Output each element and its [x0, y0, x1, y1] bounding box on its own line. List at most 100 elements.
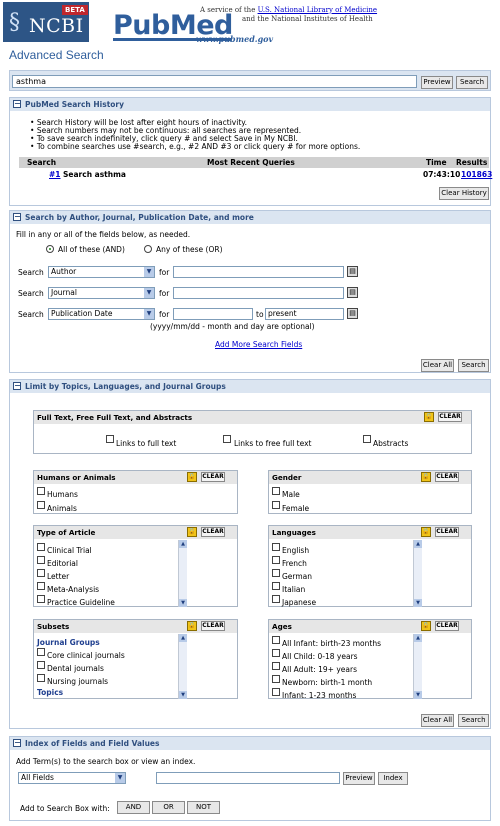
ncbi-logo-text: NCBI: [29, 15, 84, 37]
scroll-up-icon[interactable]: ▲: [179, 540, 187, 548]
clear-button[interactable]: CLEAR: [438, 412, 462, 422]
collapse-icon[interactable]: −: [13, 382, 21, 390]
search-button[interactable]: Search: [456, 76, 488, 89]
scrollbar[interactable]: ▲ ▼: [178, 540, 187, 607]
checkbox-label: All Adult: 19+ years: [282, 665, 357, 674]
lock-icon[interactable]: 🔒: [421, 472, 431, 482]
lock-icon[interactable]: 🔒: [187, 621, 197, 631]
scroll-up-icon[interactable]: ▲: [179, 634, 187, 642]
index-field-select[interactable]: All Fields ▼: [18, 772, 126, 784]
lock-icon[interactable]: 🔒: [421, 527, 431, 537]
lock-icon[interactable]: 🔒: [187, 527, 197, 537]
checkbox-male[interactable]: [272, 487, 280, 495]
not-button[interactable]: NOT: [187, 801, 220, 814]
checkbox-label: All Child: 0-18 years: [282, 652, 358, 661]
clear-button[interactable]: CLEAR: [201, 472, 225, 482]
index-intro: Add Term(s) to the search box or view an…: [16, 757, 196, 766]
checkbox-german[interactable]: [272, 569, 280, 577]
collapse-icon[interactable]: −: [13, 213, 21, 221]
scroll-up-icon[interactable]: ▲: [414, 634, 422, 642]
index-button[interactable]: Index: [378, 772, 408, 785]
checkbox-italian[interactable]: [272, 582, 280, 590]
nlm-link[interactable]: U.S. National Library of Medicine: [258, 6, 377, 14]
radio-or[interactable]: [144, 245, 152, 253]
checkbox-letter[interactable]: [37, 569, 45, 577]
collapse-icon[interactable]: −: [13, 739, 21, 747]
scroll-down-icon[interactable]: ▼: [414, 691, 422, 699]
scrollbar[interactable]: ▲ ▼: [178, 634, 187, 699]
checkbox-label: Newborn: birth-1 month: [282, 678, 373, 687]
checkbox-newborn[interactable]: [272, 675, 280, 683]
checkbox-editorial[interactable]: [37, 556, 45, 564]
checkbox-nursing[interactable]: [37, 674, 45, 682]
checkbox-abstracts[interactable]: [363, 435, 371, 443]
checkbox-dental[interactable]: [37, 661, 45, 669]
scrollbar[interactable]: ▲ ▼: [413, 540, 422, 607]
box-title: Subsets: [37, 622, 70, 631]
panel-title: PubMed Search History: [25, 100, 125, 109]
date-from-input[interactable]: [173, 308, 253, 320]
clear-button[interactable]: CLEAR: [201, 621, 225, 631]
checkbox-english[interactable]: [272, 543, 280, 551]
preview-button[interactable]: Preview: [421, 76, 453, 89]
radio-and[interactable]: [46, 245, 54, 253]
date-hint: (yyyy/mm/dd - month and day are optional…: [150, 322, 315, 331]
checkbox-all-infant[interactable]: [272, 636, 280, 644]
builder-search-button[interactable]: Search: [458, 359, 489, 372]
lock-icon[interactable]: 🔒: [187, 472, 197, 482]
checkbox-female[interactable]: [272, 501, 280, 509]
collapse-icon[interactable]: −: [13, 100, 21, 108]
checkbox-label: Humans: [47, 490, 78, 499]
checkbox-practice-guideline[interactable]: [37, 595, 45, 603]
clear-button[interactable]: CLEAR: [201, 527, 225, 537]
checkbox-core-clinical[interactable]: [37, 648, 45, 656]
index-list-icon[interactable]: ▤: [347, 266, 358, 277]
checkbox-clinical-trial[interactable]: [37, 543, 45, 551]
field-select-journal[interactable]: Journal ▼: [48, 287, 155, 299]
scroll-up-icon[interactable]: ▲: [414, 540, 422, 548]
checkbox-animals[interactable]: [37, 501, 45, 509]
field-select-date[interactable]: Publication Date ▼: [48, 308, 155, 320]
scrollbar[interactable]: ▲ ▼: [413, 634, 422, 699]
chevron-down-icon: ▼: [144, 309, 154, 319]
clear-button[interactable]: CLEAR: [435, 621, 459, 631]
checkbox-all-child[interactable]: [272, 649, 280, 657]
scroll-down-icon[interactable]: ▼: [179, 691, 187, 699]
calendar-icon[interactable]: ▤: [347, 308, 358, 319]
clear-history-button[interactable]: Clear History: [439, 187, 489, 200]
index-term-input[interactable]: [156, 772, 340, 784]
scroll-down-icon[interactable]: ▼: [414, 599, 422, 607]
checkbox-all-adult[interactable]: [272, 662, 280, 670]
checkbox-infant[interactable]: [272, 688, 280, 696]
checkbox-links-full-text[interactable]: [106, 435, 114, 443]
field-select-author[interactable]: Author ▼: [48, 266, 155, 278]
query-number-link[interactable]: #1: [49, 170, 61, 179]
lock-icon[interactable]: 🔒: [424, 412, 434, 422]
index-preview-button[interactable]: Preview: [343, 772, 375, 785]
and-button[interactable]: AND: [117, 801, 150, 814]
ncbi-logo[interactable]: § NCBI BETA: [3, 2, 89, 42]
checkbox-french[interactable]: [272, 556, 280, 564]
limits-clear-all-button[interactable]: Clear All: [421, 714, 454, 727]
checkbox-free-full-text[interactable]: [223, 435, 231, 443]
checkbox-meta-analysis[interactable]: [37, 582, 45, 590]
search-input[interactable]: [12, 75, 417, 88]
scroll-down-icon[interactable]: ▼: [179, 599, 187, 607]
page-title: Advanced Search: [9, 48, 104, 62]
results-count-link[interactable]: 101863: [461, 170, 492, 179]
date-to-input[interactable]: present: [265, 308, 344, 320]
checkbox-humans[interactable]: [37, 487, 45, 495]
or-button[interactable]: OR: [152, 801, 185, 814]
checkbox-japanese[interactable]: [272, 595, 280, 603]
clear-button[interactable]: CLEAR: [435, 527, 459, 537]
author-term-input[interactable]: [173, 266, 344, 278]
checkbox-label: Links to free full text: [234, 439, 312, 448]
lock-icon[interactable]: 🔒: [421, 621, 431, 631]
checkbox-label: Infant: 1-23 months: [282, 691, 357, 700]
clear-button[interactable]: CLEAR: [435, 472, 459, 482]
add-more-fields-link[interactable]: Add More Search Fields: [215, 340, 302, 349]
journal-term-input[interactable]: [173, 287, 344, 299]
index-list-icon[interactable]: ▤: [347, 287, 358, 298]
limits-search-button[interactable]: Search: [458, 714, 489, 727]
clear-all-button[interactable]: Clear All: [421, 359, 454, 372]
